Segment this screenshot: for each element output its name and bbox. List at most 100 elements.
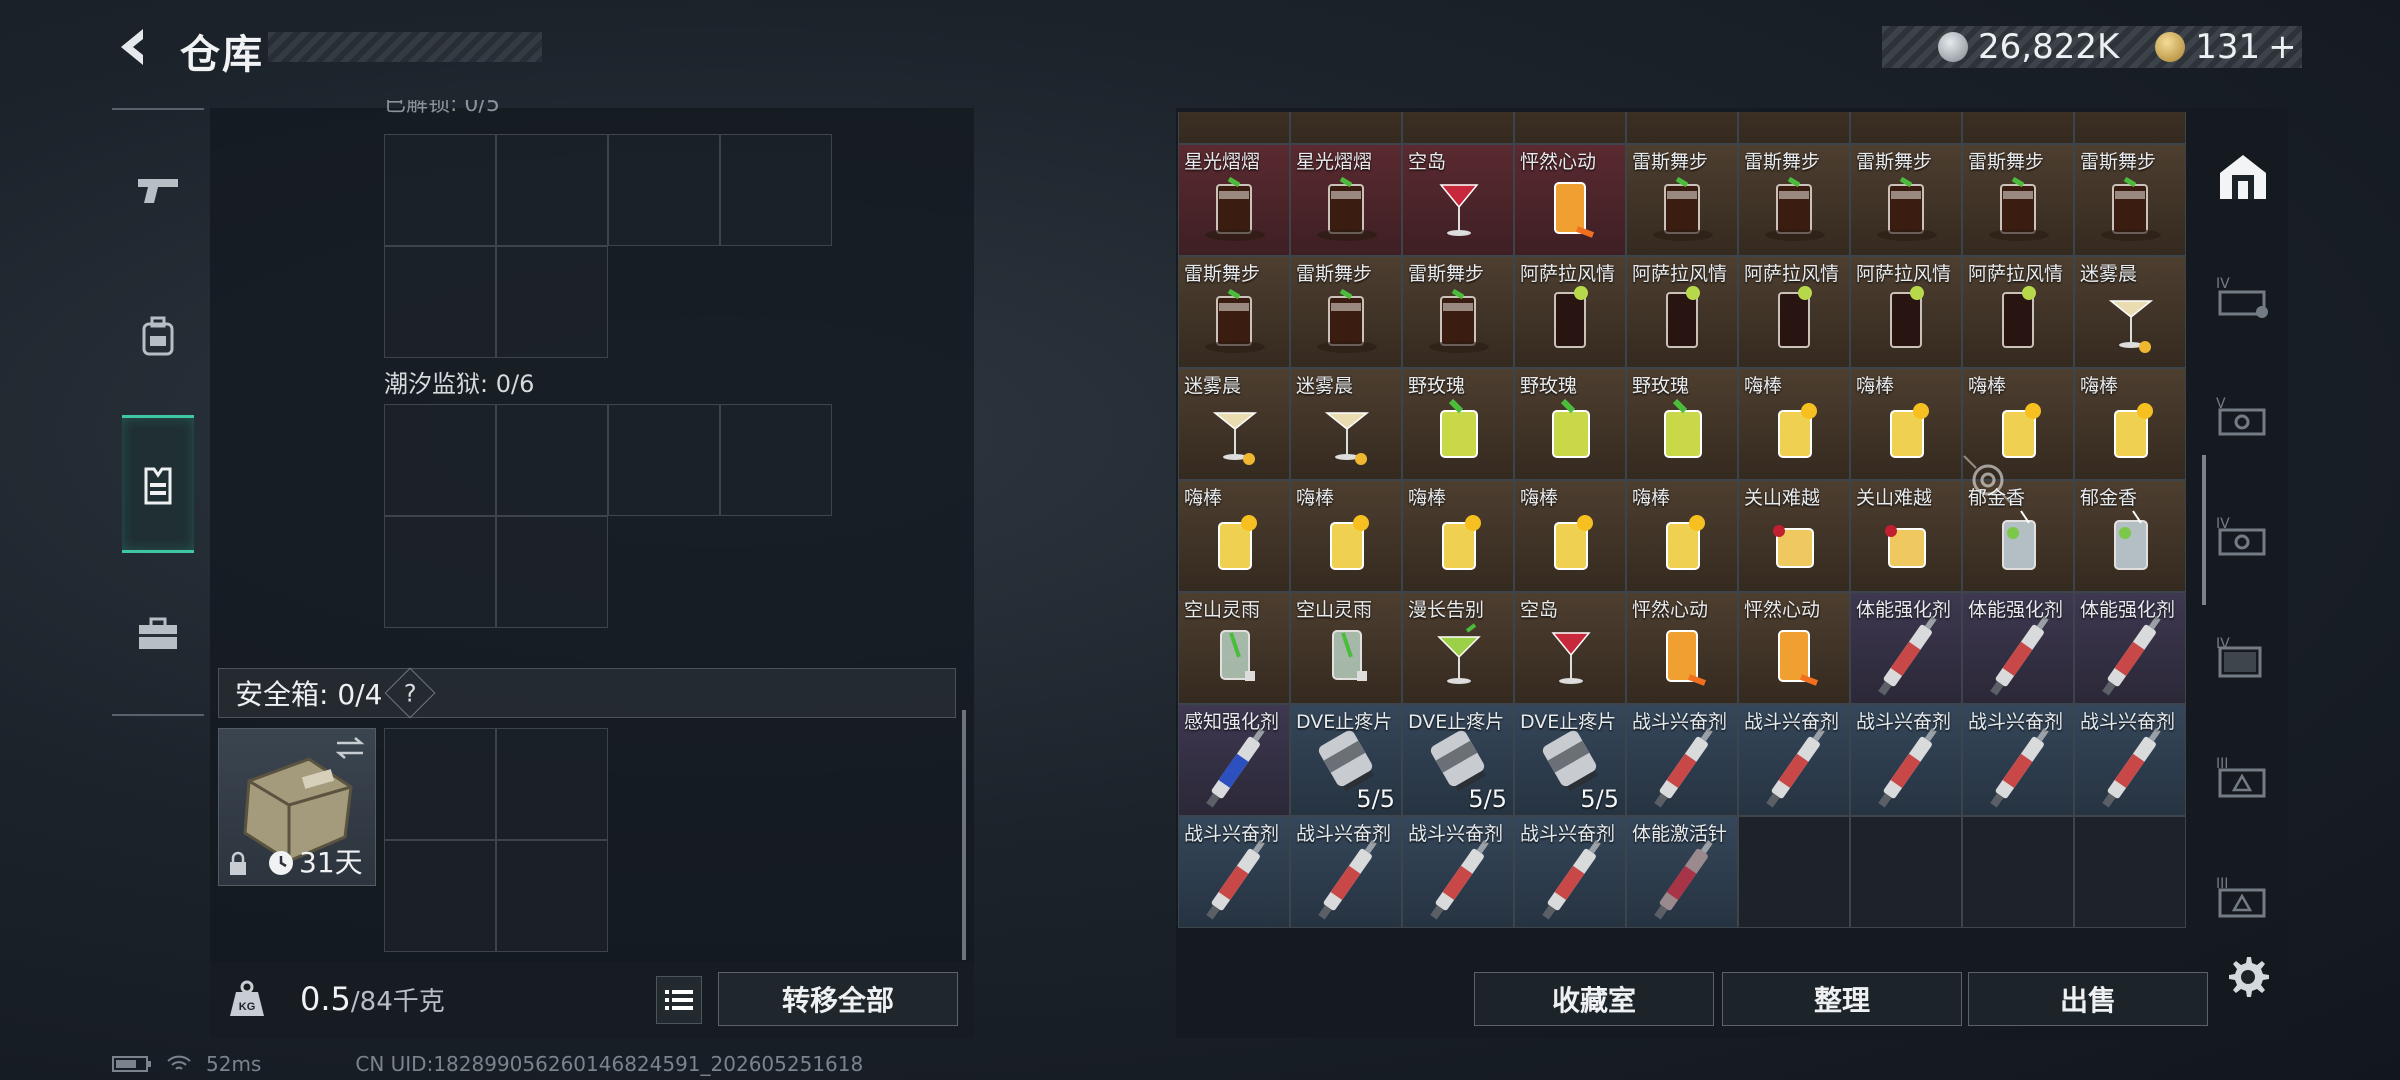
slot[interactable] <box>720 134 832 246</box>
sidebar-item-weapons[interactable] <box>122 144 194 236</box>
warehouse-item[interactable]: 雷斯舞步 <box>1738 144 1850 256</box>
container-slot[interactable]: V <box>2212 386 2274 448</box>
safebox-card[interactable]: 31天 <box>218 728 376 886</box>
warehouse-item[interactable]: 雷斯舞步 <box>1850 144 1962 256</box>
warehouse-item[interactable]: 关山难越 <box>1738 480 1850 592</box>
gear-icon[interactable] <box>2222 952 2272 1002</box>
warehouse-item[interactable]: 迷雾晨 <box>2074 256 2186 368</box>
slot[interactable] <box>496 246 608 358</box>
warehouse-item[interactable] <box>1402 112 1514 144</box>
warehouse-item[interactable]: 战斗兴奋剂 <box>1290 816 1402 928</box>
warehouse-item[interactable]: DVE止疼片 5/5 <box>1290 704 1402 816</box>
safebox-slot[interactable] <box>384 840 496 952</box>
warehouse-item[interactable]: 雷斯舞步 <box>1962 144 2074 256</box>
sidebar-item-vest[interactable] <box>122 415 194 553</box>
warehouse-item[interactable]: 阿萨拉风情 <box>1626 256 1738 368</box>
warehouse-item[interactable]: 空岛 <box>1402 144 1514 256</box>
warehouse-item[interactable]: 迷雾晨 <box>1290 368 1402 480</box>
warehouse-item[interactable] <box>1290 112 1402 144</box>
empty-slot[interactable] <box>1962 816 2074 928</box>
back-button[interactable] <box>108 22 158 72</box>
warehouse-item[interactable]: 战斗兴奋剂 <box>1402 816 1514 928</box>
warehouse-item[interactable]: 雷斯舞步 <box>1290 256 1402 368</box>
safebox-slot[interactable] <box>496 728 608 840</box>
warehouse-item[interactable]: 星光熠熠 <box>1290 144 1402 256</box>
warehouse-item[interactable]: 野玫瑰 <box>1514 368 1626 480</box>
warehouse-item[interactable]: 雷斯舞步 <box>1626 144 1738 256</box>
warehouse-item[interactable]: 嗨棒 <box>1626 480 1738 592</box>
warehouse-item[interactable]: 战斗兴奋剂 <box>1178 816 1290 928</box>
warehouse-item[interactable]: 嗨棒 <box>1850 368 1962 480</box>
slot[interactable] <box>384 134 496 246</box>
warehouse-item[interactable]: 战斗兴奋剂 <box>1962 704 2074 816</box>
warehouse-item[interactable]: 怦然心动 <box>1738 592 1850 704</box>
warehouse-item[interactable]: 阿萨拉风情 <box>1738 256 1850 368</box>
slot[interactable] <box>496 404 608 516</box>
warehouse-item[interactable]: 怦然心动 <box>1514 144 1626 256</box>
warehouse-item[interactable]: 战斗兴奋剂 <box>1514 816 1626 928</box>
sidebar-item-cases[interactable] <box>122 588 194 680</box>
warehouse-item[interactable]: 嗨棒 <box>1514 480 1626 592</box>
sidebar-item-backpack[interactable] <box>122 290 194 382</box>
warehouse-item[interactable]: 关山难越 <box>1850 480 1962 592</box>
warehouse-item[interactable]: 战斗兴奋剂 <box>1626 704 1738 816</box>
warehouse-item[interactable]: 嗨棒 <box>1738 368 1850 480</box>
container-slot[interactable]: IV <box>2212 626 2274 688</box>
warehouse-item[interactable]: 体能强化剂 <box>1962 592 2074 704</box>
slot[interactable] <box>384 516 496 628</box>
slot[interactable] <box>720 404 832 516</box>
slot[interactable] <box>496 134 608 246</box>
container-warehouse[interactable] <box>2212 146 2274 208</box>
container-slot[interactable]: IV <box>2212 266 2274 328</box>
warehouse-item[interactable]: 郁金香 <box>2074 480 2186 592</box>
container-slot[interactable]: III <box>2212 866 2274 928</box>
safebox-slot[interactable] <box>384 728 496 840</box>
warehouse-item[interactable]: 嗨棒 <box>1178 480 1290 592</box>
slot[interactable] <box>384 246 496 358</box>
warehouse-item[interactable]: 怦然心动 <box>1626 592 1738 704</box>
swap-icon[interactable] <box>333 735 367 761</box>
transfer-all-button[interactable]: 转移全部 <box>718 972 958 1026</box>
warehouse-item[interactable]: 阿萨拉风情 <box>1514 256 1626 368</box>
warehouse-item[interactable]: 星光熠熠 <box>1178 144 1290 256</box>
list-view-button[interactable] <box>656 976 702 1024</box>
container-slot[interactable]: III <box>2212 746 2274 808</box>
left-scrollbar[interactable] <box>962 710 966 960</box>
slot[interactable] <box>608 404 720 516</box>
empty-slot[interactable] <box>2074 816 2186 928</box>
warehouse-item[interactable]: 雷斯舞步 <box>2074 144 2186 256</box>
add-gold-button[interactable]: + <box>2268 27 2297 67</box>
warehouse-item[interactable]: 嗨棒 <box>1402 480 1514 592</box>
warehouse-item[interactable] <box>2074 112 2186 144</box>
sort-button[interactable]: 整理 <box>1722 972 1962 1026</box>
warehouse-item[interactable]: 感知强化剂 <box>1178 704 1290 816</box>
warehouse-item[interactable] <box>1626 112 1738 144</box>
sell-button[interactable]: 出售 <box>1968 972 2208 1026</box>
warehouse-item[interactable]: 战斗兴奋剂 <box>2074 704 2186 816</box>
warehouse-item[interactable]: 空山灵雨 <box>1178 592 1290 704</box>
slot[interactable] <box>384 404 496 516</box>
slot[interactable] <box>608 134 720 246</box>
warehouse-item[interactable]: 阿萨拉风情 <box>1962 256 2074 368</box>
warehouse-item[interactable] <box>1514 112 1626 144</box>
warehouse-item[interactable]: 空山灵雨 <box>1290 592 1402 704</box>
warehouse-item[interactable]: 迷雾晨 <box>1178 368 1290 480</box>
warehouse-item[interactable]: 嗨棒 <box>1290 480 1402 592</box>
safebox-slot[interactable] <box>496 840 608 952</box>
warehouse-item[interactable]: 战斗兴奋剂 <box>1738 704 1850 816</box>
warehouse-item[interactable]: 嗨棒 <box>2074 368 2186 480</box>
warehouse-item[interactable] <box>1738 112 1850 144</box>
warehouse-item[interactable]: 阿萨拉风情 <box>1850 256 1962 368</box>
warehouse-item[interactable] <box>1850 112 1962 144</box>
warehouse-item[interactable] <box>1178 112 1290 144</box>
warehouse-item[interactable]: 野玫瑰 <box>1402 368 1514 480</box>
warehouse-item[interactable]: 体能激活针 <box>1626 816 1738 928</box>
warehouse-item[interactable] <box>1962 112 2074 144</box>
warehouse-item[interactable]: 雷斯舞步 <box>1402 256 1514 368</box>
warehouse-item[interactable]: 漫长告别 <box>1402 592 1514 704</box>
warehouse-item[interactable]: DVE止疼片 5/5 <box>1514 704 1626 816</box>
warehouse-item[interactable]: 战斗兴奋剂 <box>1850 704 1962 816</box>
warehouse-item[interactable]: 体能强化剂 <box>2074 592 2186 704</box>
collection-room-button[interactable]: 收藏室 <box>1474 972 1714 1026</box>
warehouse-item[interactable]: 空岛 <box>1514 592 1626 704</box>
